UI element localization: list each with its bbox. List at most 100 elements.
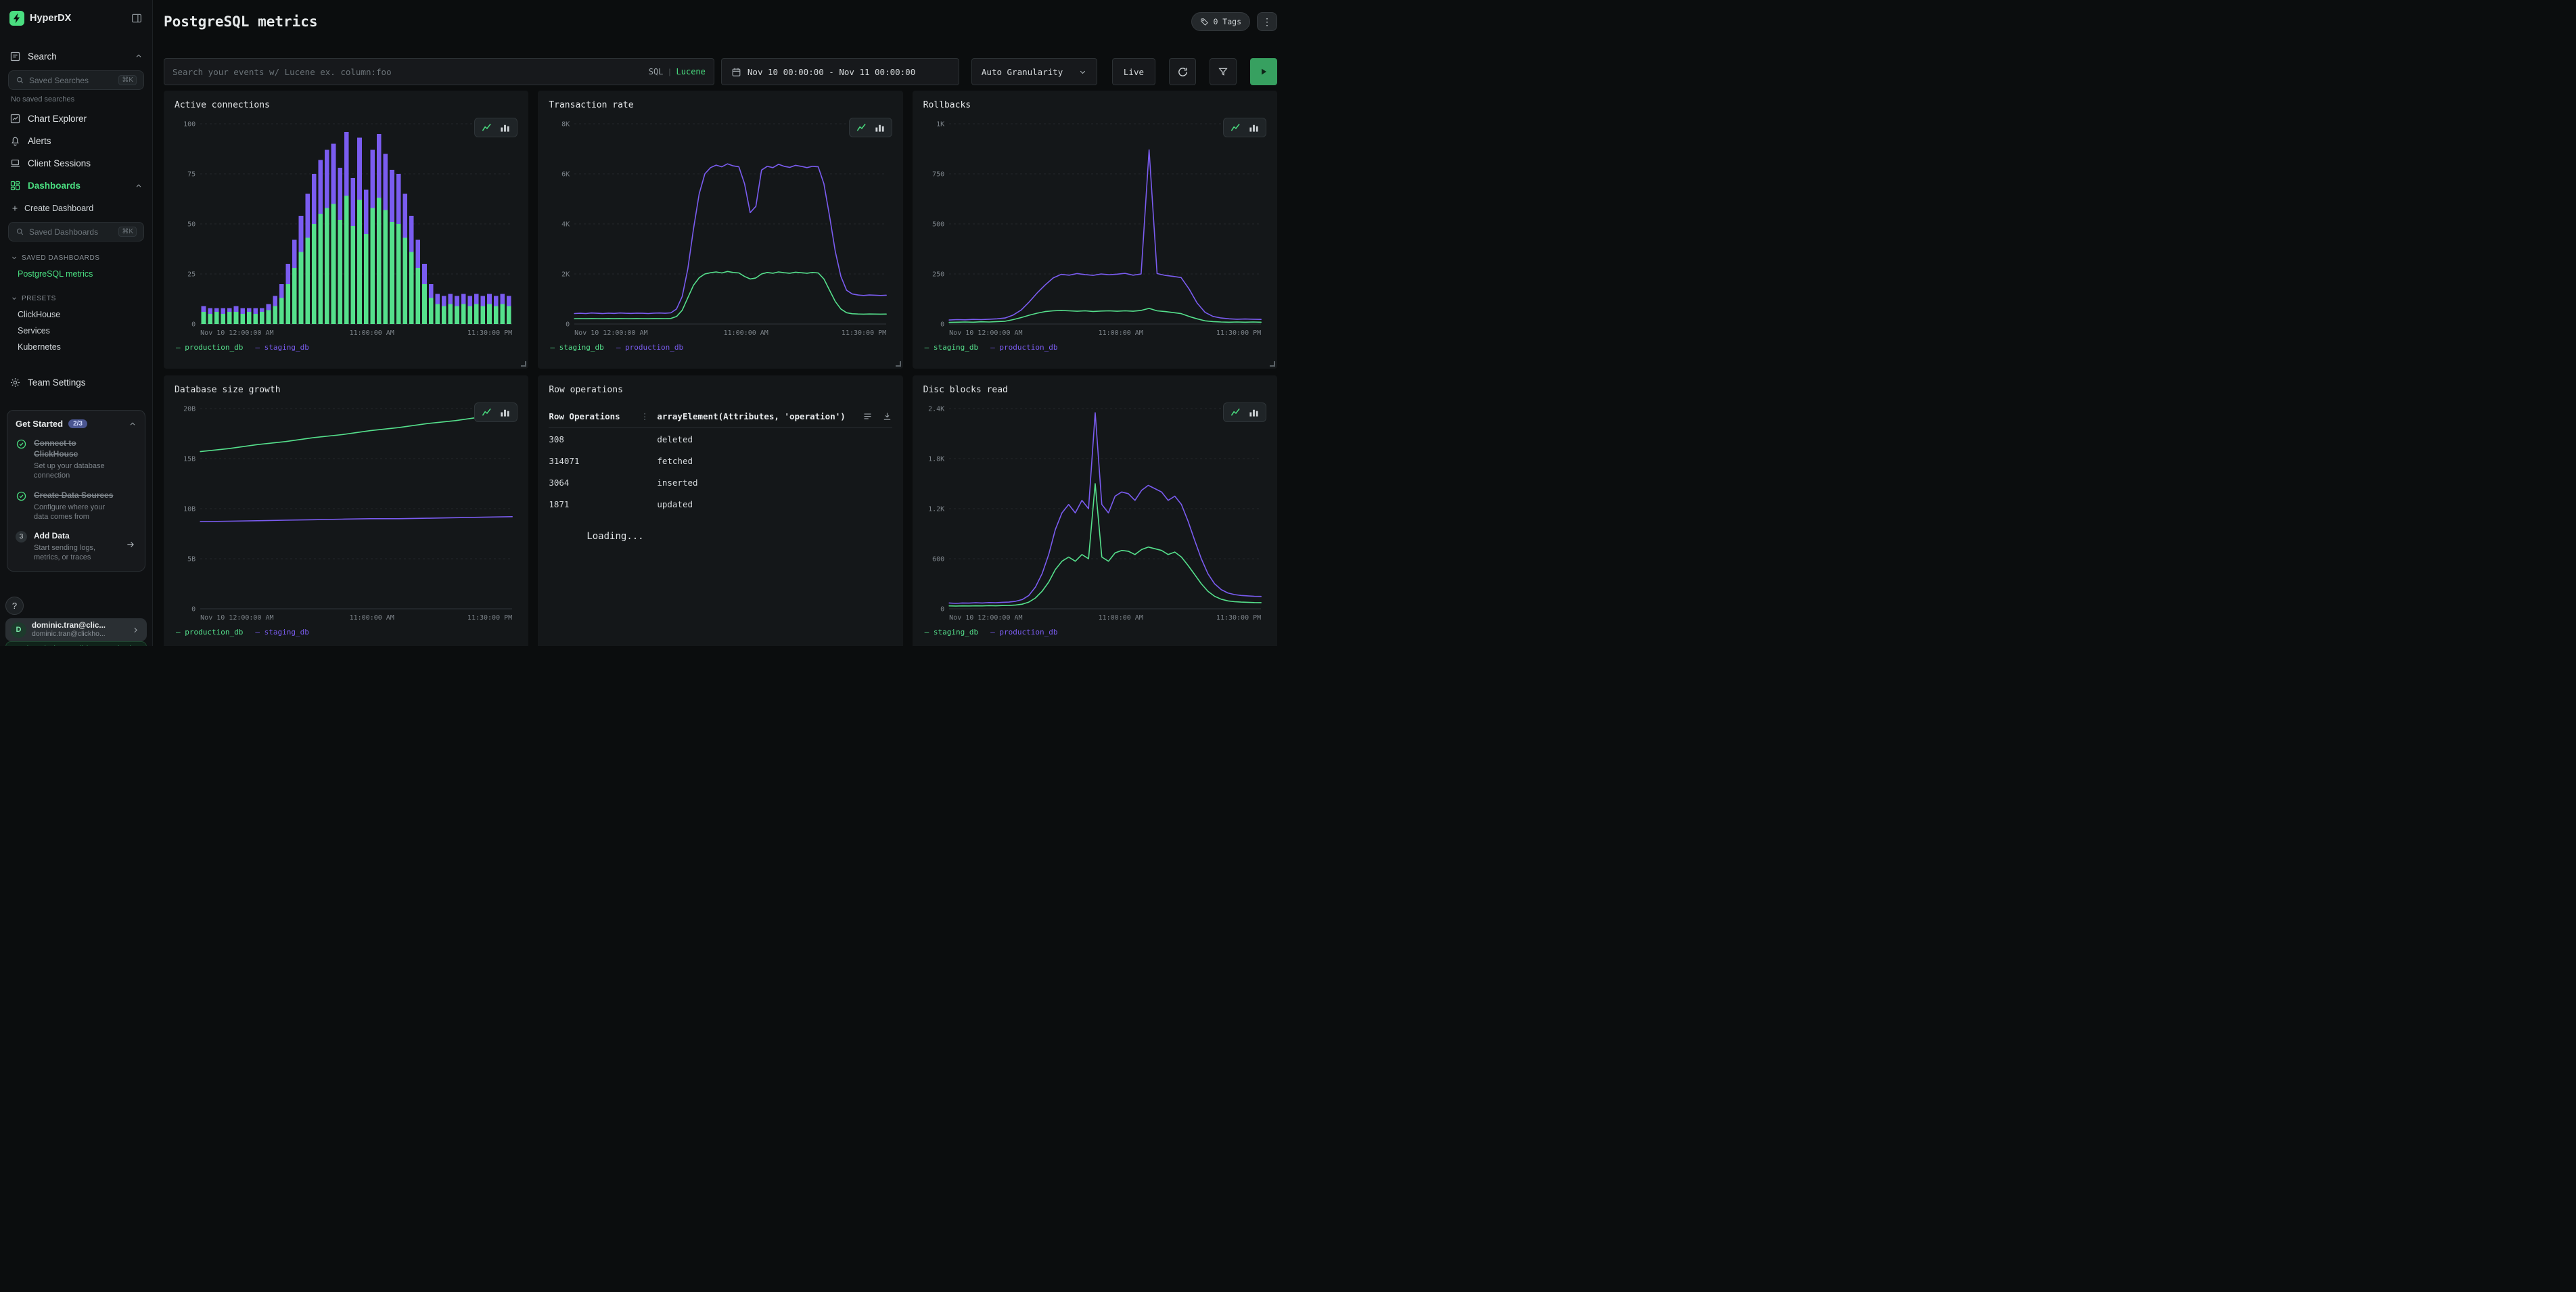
- create-dashboard-button[interactable]: Create Dashboard: [0, 197, 152, 219]
- promo-teaser[interactable]: Ready to deploy on ClickHouse Cloud?: [5, 641, 147, 646]
- resize-handle[interactable]: [1270, 361, 1275, 367]
- svg-text:1.8K: 1.8K: [928, 456, 944, 463]
- table-header: Row Operations ⋮ arrayElement(Attributes…: [549, 411, 892, 428]
- tags-button[interactable]: 0 Tags: [1191, 12, 1250, 31]
- user-menu[interactable]: D dominic.tran@clic... dominic.tran@clic…: [5, 618, 147, 641]
- sidebar-item-postgresql-metrics[interactable]: PostgreSQL metrics: [0, 266, 152, 282]
- presets-section-header[interactable]: PRESETS: [0, 290, 152, 306]
- sidebar-item-alerts[interactable]: Alerts: [0, 130, 152, 152]
- page-title: PostgreSQL metrics: [164, 14, 318, 30]
- nav-label: Team Settings: [28, 377, 86, 388]
- saved-dashboards-section-header[interactable]: SAVED DASHBOARDS: [0, 250, 152, 266]
- resize-handle[interactable]: [521, 361, 526, 367]
- svg-text:Nov 10 12:00:00 AM: Nov 10 12:00:00 AM: [949, 614, 1022, 622]
- chart-rollbacks[interactable]: 02505007501KNov 10 12:00:00 AM11:00:00 A…: [923, 116, 1266, 339]
- live-button[interactable]: Live: [1112, 58, 1155, 85]
- sidebar-item-services[interactable]: Services: [0, 323, 152, 339]
- download-icon[interactable]: [882, 411, 892, 421]
- calendar-icon: [731, 67, 741, 77]
- get-started-step[interactable]: Connect to ClickHouse Set up your databa…: [16, 438, 137, 481]
- time-range-picker[interactable]: Nov 10 00:00:00 - Nov 11 00:00:00: [721, 58, 959, 85]
- line-chart-icon[interactable]: [1230, 122, 1241, 133]
- sidebar-item-chart-explorer[interactable]: Chart Explorer: [0, 108, 152, 130]
- filter-button[interactable]: [1210, 58, 1237, 85]
- resize-handle[interactable]: [896, 361, 901, 367]
- table-rows-icon[interactable]: [862, 411, 873, 421]
- search-section-icon: [9, 51, 21, 62]
- get-started-step[interactable]: Create Data Sources Configure where your…: [16, 490, 137, 522]
- sidebar-item-dashboards[interactable]: Dashboards: [0, 175, 152, 197]
- legend-item[interactable]: — production_db: [990, 628, 1057, 637]
- panel-rollbacks: Rollbacks 02505007501KNov 10 12:00:00 AM…: [913, 91, 1277, 369]
- lucene-toggle[interactable]: Lucene: [676, 67, 706, 76]
- line-chart-icon[interactable]: [1230, 407, 1241, 417]
- svg-text:0: 0: [940, 606, 944, 614]
- get-started-header[interactable]: Get Started 2/3: [16, 419, 137, 429]
- search-input[interactable]: [172, 67, 643, 77]
- legend-item[interactable]: — production_db: [176, 343, 243, 352]
- panel-title: Database size growth: [175, 385, 518, 395]
- chart-type-toggle: [474, 118, 518, 137]
- legend-item[interactable]: — staging_db: [550, 343, 603, 352]
- no-saved-searches-note: No saved searches: [0, 90, 152, 108]
- line-chart-icon[interactable]: [482, 122, 492, 133]
- bar-chart-icon[interactable]: [500, 407, 510, 417]
- dashboard-menu-button[interactable]: ⋮: [1257, 12, 1277, 31]
- plus-icon: [11, 204, 19, 212]
- line-chart-icon[interactable]: [482, 407, 492, 417]
- saved-dashboards-field[interactable]: [29, 227, 114, 237]
- legend-item[interactable]: — staging_db: [925, 343, 978, 352]
- saved-searches-input[interactable]: ⌘K: [8, 70, 144, 90]
- svg-text:500: 500: [932, 221, 944, 229]
- legend-item[interactable]: — production_db: [990, 343, 1057, 352]
- sql-toggle[interactable]: SQL: [649, 67, 664, 76]
- toggle-divider: |: [668, 67, 670, 76]
- svg-text:250: 250: [932, 271, 944, 279]
- saved-dashboards-input[interactable]: ⌘K: [8, 222, 144, 241]
- sidebar-section-search[interactable]: Search: [0, 45, 152, 68]
- legend-item[interactable]: — staging_db: [925, 628, 978, 637]
- saved-searches-field[interactable]: [29, 76, 114, 85]
- svg-text:0: 0: [940, 321, 944, 329]
- svg-text:600: 600: [932, 556, 944, 563]
- sidebar-item-clickhouse[interactable]: ClickHouse: [0, 306, 152, 323]
- legend-item[interactable]: — staging_db: [255, 343, 308, 352]
- bar-chart-icon[interactable]: [1249, 407, 1259, 417]
- sidebar-item-team-settings[interactable]: Team Settings: [0, 371, 152, 394]
- panel-title: Row operations: [549, 385, 892, 395]
- chart-disc-blocks-read[interactable]: 06001.2K1.8K2.4KNov 10 12:00:00 AM11:00:…: [923, 400, 1266, 624]
- chart-active-connections[interactable]: 0255075100Nov 10 12:00:00 AM11:00:00 AM1…: [175, 116, 518, 339]
- svg-text:11:00:00 AM: 11:00:00 AM: [350, 614, 394, 622]
- bar-chart-icon[interactable]: [500, 122, 510, 133]
- panel-active-connections: Active connections 0255075100Nov 10 12:0…: [164, 91, 528, 369]
- legend-item[interactable]: — production_db: [616, 343, 683, 352]
- step-number-badge: 3: [16, 531, 27, 543]
- sidebar-item-kubernetes[interactable]: Kubernetes: [0, 339, 152, 355]
- legend-item[interactable]: — production_db: [176, 628, 243, 637]
- chart-database-size-growth[interactable]: 05B10B15B20BNov 10 12:00:00 AM11:00:00 A…: [175, 400, 518, 624]
- get-started-step[interactable]: 3 Add Data Start sending logs, metrics, …: [16, 530, 137, 563]
- legend-item[interactable]: — staging_db: [255, 628, 308, 637]
- time-range-label: Nov 10 00:00:00 - Nov 11 00:00:00: [748, 67, 915, 77]
- run-query-button[interactable]: [1250, 58, 1277, 85]
- chart-transaction-rate[interactable]: 02K4K6K8KNov 10 12:00:00 AM11:00:00 AM11…: [549, 116, 892, 339]
- shortcut-badge: ⌘K: [118, 227, 137, 237]
- column-menu-icon[interactable]: ⋮: [641, 411, 649, 421]
- svg-text:11:00:00 AM: 11:00:00 AM: [350, 329, 394, 337]
- svg-text:8K: 8K: [561, 121, 570, 129]
- bar-chart-icon[interactable]: [1249, 122, 1259, 133]
- chevron-down-icon: [11, 295, 18, 302]
- chevron-up-icon: [135, 52, 143, 60]
- help-button[interactable]: ?: [5, 597, 24, 615]
- sidebar-item-client-sessions[interactable]: Client Sessions: [0, 152, 152, 175]
- check-circle-icon: [16, 490, 27, 522]
- refresh-button[interactable]: [1169, 58, 1196, 85]
- bar-chart-icon[interactable]: [875, 122, 885, 133]
- granularity-select[interactable]: Auto Granularity: [971, 58, 1097, 85]
- collapse-sidebar-icon[interactable]: [131, 12, 143, 24]
- line-chart-icon[interactable]: [856, 122, 867, 133]
- search-section-label: Search: [28, 51, 57, 62]
- table-row: 3064inserted: [549, 471, 892, 493]
- svg-text:11:30:00 PM: 11:30:00 PM: [842, 329, 886, 337]
- svg-text:10B: 10B: [183, 506, 196, 513]
